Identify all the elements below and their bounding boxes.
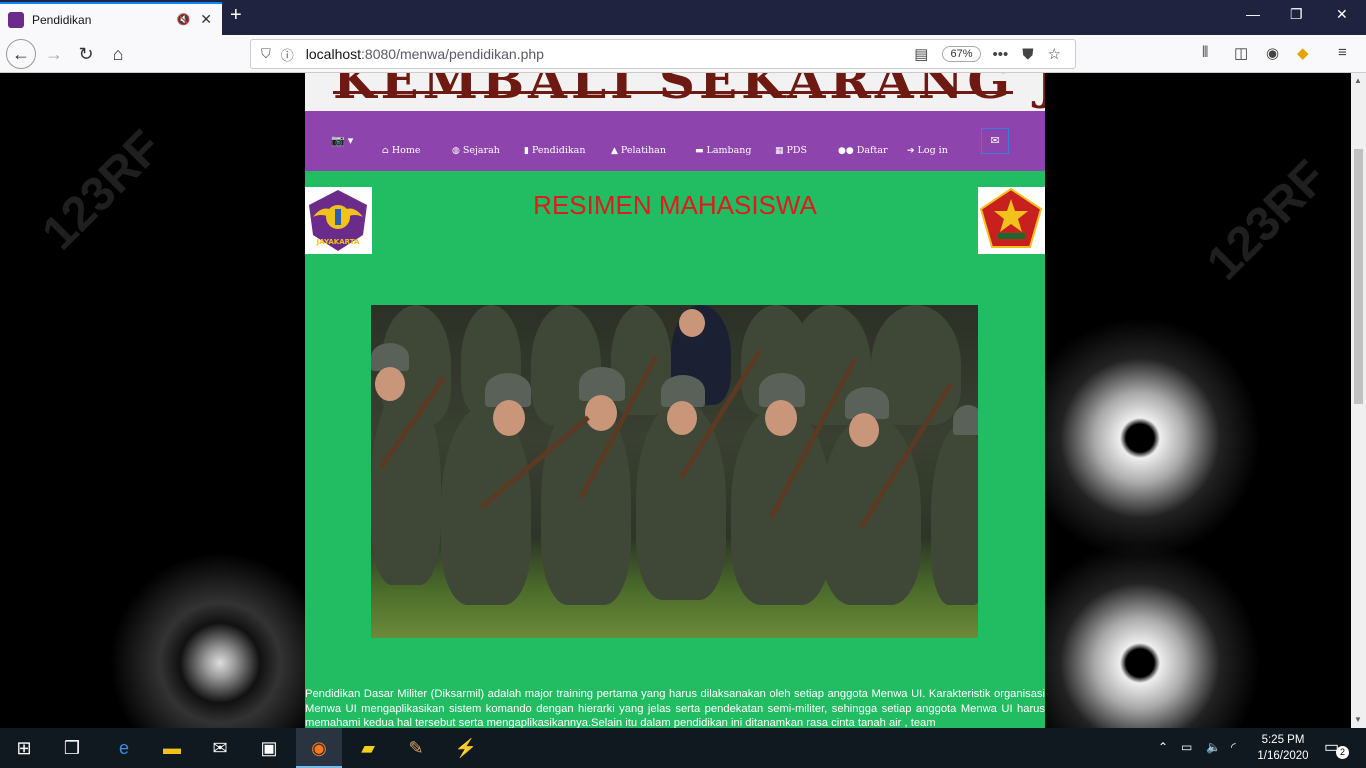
cadets-photo: [371, 305, 978, 638]
minimize-button[interactable]: —: [1246, 6, 1260, 22]
volume-icon[interactable]: 🔈: [1206, 740, 1221, 754]
reload-button[interactable]: ↻: [72, 41, 100, 67]
mail-app-icon[interactable]: ✉: [208, 736, 232, 760]
nav-home[interactable]: ⌂ Home: [382, 145, 421, 156]
file-explorer-icon[interactable]: ▬: [160, 736, 184, 760]
site-favicon-icon: [8, 11, 24, 28]
library-icon[interactable]: ⫴: [1202, 44, 1208, 61]
nav-login[interactable]: ➔ Log in: [907, 145, 948, 156]
book-icon: ▮: [524, 146, 529, 156]
reader-view-icon[interactable]: ▤: [914, 45, 928, 63]
home-icon: ⌂: [382, 146, 389, 156]
bookmark-star-icon[interactable]: ☆: [1048, 45, 1061, 63]
forward-button[interactable]: →: [40, 41, 68, 67]
clock-time: 5:25 PM: [1261, 734, 1305, 746]
page-viewport: 123RF 123RF KEMBALI SEKARANG JUGA 📷 ▾ ⌂H…: [0, 73, 1351, 728]
xampp-icon[interactable]: ⚡: [454, 736, 478, 760]
close-window-button[interactable]: ✕: [1336, 6, 1348, 23]
sidebar-icon[interactable]: ◫: [1234, 44, 1248, 62]
main-content: KEMBALI SEKARANG JUGA 📷 ▾ ⌂Home ◍Sejarah…: [305, 73, 1045, 728]
nav-toolbar: ← → ↻ ⌂ ⛉ ⓘ localhost:8080/menwa/pendidi…: [0, 35, 1366, 73]
zoom-indicator[interactable]: 67%: [942, 46, 981, 62]
url-text[interactable]: localhost:8080/menwa/pendidikan.php: [306, 46, 915, 62]
site-navbar: 📷 ▾ ⌂ Home ◍ Sejarah ▮ Pendidikan ▲ Pelatiha…: [305, 111, 1045, 171]
back-button[interactable]: ←: [6, 39, 36, 69]
mail-button[interactable]: ✉: [981, 128, 1009, 154]
tab-pendidikan[interactable]: Pendidikan 🔇 ✕: [0, 2, 222, 35]
account-icon[interactable]: ◉: [1266, 44, 1279, 62]
nav-daftar[interactable]: ●● Daftar: [838, 145, 888, 156]
taskbar: ⊞ ❒ e ▬ ✉ ▣ ◉ ▰ ✎ ⚡ ⌃ ▭ 🔈 ◜ 5:25 PM 1/16…: [0, 728, 1366, 768]
nav-pds[interactable]: ▦ PDS: [775, 145, 807, 156]
nav-pendidikan[interactable]: ▮ Pendidikan: [524, 145, 585, 156]
laptop-icon: ▬: [695, 146, 704, 156]
tab-strip: Pendidikan 🔇 ✕ + — ❐ ✕: [0, 0, 1366, 35]
start-windows-icon[interactable]: ⊞: [12, 736, 36, 760]
envelope-icon: ✉: [990, 135, 1000, 147]
background-left: 123RF: [0, 73, 305, 728]
restore-button[interactable]: ❐: [1290, 6, 1303, 23]
tab-title: Pendidikan: [32, 12, 92, 27]
shield-icon[interactable]: ⛉: [261, 46, 271, 62]
site-banner: KEMBALI SEKARANG JUGA: [305, 73, 1045, 111]
extension-icon[interactable]: ◆: [1297, 44, 1309, 62]
graduation-cap-icon: ▲: [611, 146, 618, 156]
menu-icon[interactable]: ≡: [1338, 44, 1347, 61]
scroll-down-arrow[interactable]: ▼: [1354, 715, 1362, 724]
firefox-icon[interactable]: ◉: [307, 736, 331, 760]
info-icon[interactable]: ⓘ: [281, 45, 294, 64]
new-tab-button[interactable]: +: [230, 4, 242, 27]
page-actions-icon[interactable]: •••: [993, 46, 1009, 63]
sign-in-icon: ➔: [907, 146, 915, 156]
map-icon: ▦: [775, 146, 784, 156]
article-text: Pendidikan Dasar Militer (Diksarmil) ada…: [305, 688, 1045, 728]
task-view-icon[interactable]: ❒: [60, 736, 84, 760]
background-right: 123RF: [1045, 73, 1351, 728]
show-hidden-icons[interactable]: ⌃: [1158, 740, 1168, 754]
paint-icon[interactable]: ✎: [404, 736, 428, 760]
notification-count: 2: [1336, 746, 1349, 759]
pocket-icon[interactable]: ⛊: [1022, 46, 1033, 63]
store-icon[interactable]: ▣: [257, 736, 281, 760]
nav-sejarah[interactable]: ◍ Sejarah: [452, 145, 500, 156]
users-icon: ●●: [838, 146, 854, 156]
nav-lambang[interactable]: ▬ Lambang: [695, 145, 751, 156]
system-clock[interactable]: 5:25 PM 1/16/2020: [1252, 732, 1314, 764]
logo-left-label: JAYAKARTA: [316, 238, 360, 246]
battery-icon[interactable]: ▭: [1181, 740, 1192, 754]
camera-dropdown-icon[interactable]: 📷 ▾: [331, 134, 353, 147]
sticky-notes-icon[interactable]: ▰: [356, 736, 380, 760]
scroll-thumb[interactable]: [1354, 149, 1363, 404]
wifi-icon[interactable]: ◜: [1231, 740, 1236, 754]
page-title: RESIMEN MAHASISWA: [533, 190, 817, 220]
home-button[interactable]: ⌂: [104, 41, 132, 67]
page-scrollbar[interactable]: ▲ ▼: [1351, 73, 1366, 728]
nav-pelatihan[interactable]: ▲ Pelatihan: [611, 145, 666, 156]
edge-icon[interactable]: e: [112, 736, 136, 760]
url-bar[interactable]: ⛉ ⓘ localhost:8080/menwa/pendidikan.php …: [250, 39, 1076, 69]
mute-tab-icon[interactable]: 🔇: [177, 13, 191, 26]
globe-icon: ◍: [452, 146, 460, 156]
banner-underline: [333, 91, 1013, 94]
clock-date: 1/16/2020: [1257, 750, 1309, 762]
close-tab-icon[interactable]: ✕: [200, 11, 212, 28]
scroll-up-arrow[interactable]: ▲: [1354, 76, 1362, 85]
